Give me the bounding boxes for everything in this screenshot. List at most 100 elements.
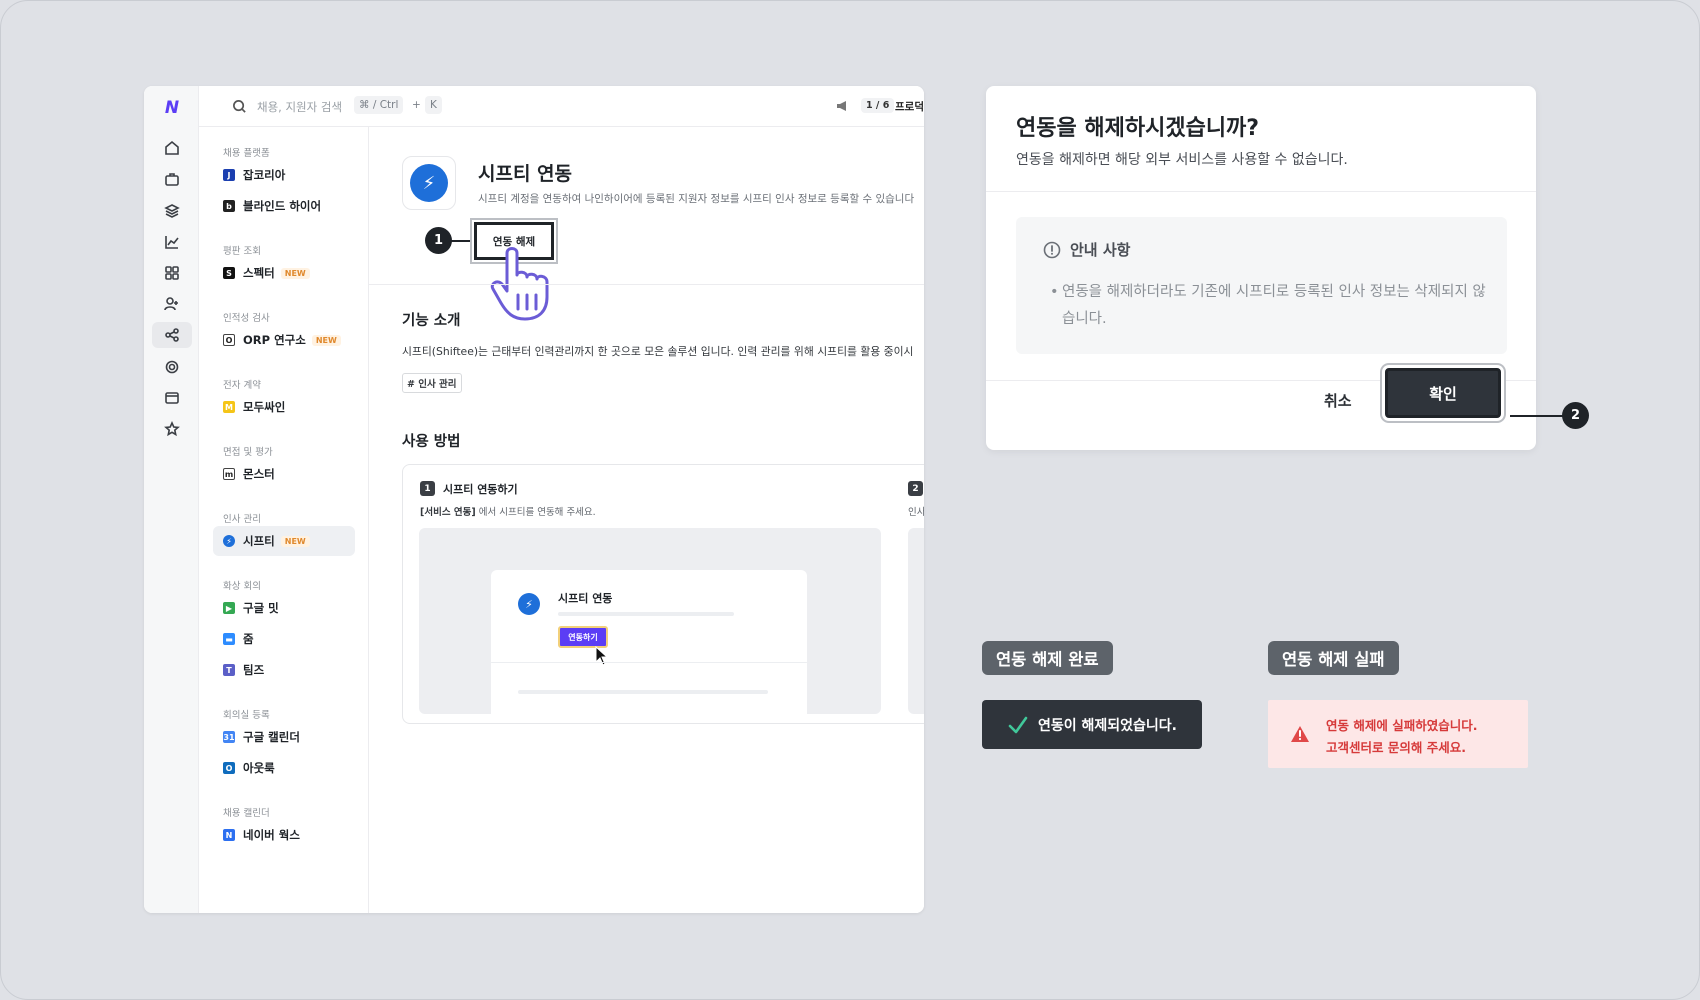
modal-divider-top bbox=[986, 191, 1536, 192]
zoom-icon: ▬ bbox=[223, 633, 235, 645]
mock-card: ⚡ 시프티 연동 연동하기 bbox=[491, 570, 807, 714]
menu-item[interactable]: T 팀즈 bbox=[223, 660, 264, 680]
features-text: 시프티(Shiftee)는 근태부터 인력관리까지 한 곳으로 모은 솔루션 입… bbox=[402, 345, 914, 358]
step-desc-bold: [서비스 연동] bbox=[420, 507, 476, 518]
menu-item[interactable]: N 네이버 웍스 bbox=[223, 825, 300, 845]
new-badge: NEW bbox=[280, 267, 310, 279]
menu-item-label: 구글 밋 bbox=[243, 601, 279, 615]
product-link[interactable]: 프로덕트 bbox=[895, 99, 924, 114]
cancel-button[interactable]: 취소 bbox=[1324, 390, 1352, 411]
menu-category-label: 채용 플랫폼 bbox=[223, 148, 270, 159]
menu-item[interactable]: J 잡코리아 bbox=[223, 165, 285, 185]
search-icon[interactable] bbox=[232, 99, 247, 118]
menu-item-label: 스펙터 bbox=[243, 266, 275, 280]
menu-item[interactable]: ⚡ 시프티 NEW bbox=[213, 526, 355, 556]
menu-item[interactable]: 31 구글 캘린더 bbox=[223, 727, 300, 747]
menu-category-label: 화상 회의 bbox=[223, 581, 261, 592]
megaphone-icon[interactable] bbox=[835, 98, 851, 118]
modal-subtitle: 연동을 해제하면 해당 외부 서비스를 사용할 수 없습니다. bbox=[1016, 152, 1348, 168]
integration-detail: ⚡ 시프티 연동 시프티 계정을 연동하여 나인하이어에 등록된 지원자 정보를… bbox=[369, 127, 924, 913]
share-icon[interactable] bbox=[152, 322, 192, 348]
window-icon[interactable] bbox=[159, 385, 185, 411]
usage-title: 사용 방법 bbox=[402, 434, 461, 450]
step-illustration: ⚡ 시프티 연동 연동하기 bbox=[419, 528, 881, 714]
new-badge: NEW bbox=[280, 535, 310, 547]
shortcut-k-key: K bbox=[425, 96, 442, 114]
briefcase-icon[interactable] bbox=[159, 166, 185, 192]
menu-category-label: 면접 및 평가 bbox=[223, 447, 273, 458]
layers-icon[interactable] bbox=[159, 198, 185, 224]
unlink-confirm-modal: 연동을 해제하시겠습니까? 연동을 해제하면 해당 외부 서비스를 사용할 수 … bbox=[986, 86, 1536, 450]
grid-icon[interactable] bbox=[159, 260, 185, 286]
step-illustration-2 bbox=[908, 528, 924, 714]
mock-placeholder-line-2 bbox=[518, 690, 768, 694]
google-meet-icon: ▶ bbox=[223, 602, 235, 614]
modal-title: 연동을 해제하시겠습니까? bbox=[1016, 116, 1260, 141]
new-badge: NEW bbox=[311, 334, 341, 346]
mock-placeholder-line bbox=[558, 612, 734, 616]
menu-item-label: 잡코리아 bbox=[243, 168, 286, 182]
menu-category-label: 회의실 등록 bbox=[223, 710, 270, 721]
marker-connector-2 bbox=[1510, 415, 1566, 417]
error-toast-line-2: 고객센터로 문의해 주세요. bbox=[1326, 740, 1466, 755]
menu-item[interactable]: M 모두싸인 bbox=[223, 397, 285, 417]
shiftee-icon: ⚡ bbox=[223, 535, 235, 547]
menu-item[interactable]: ▶ 구글 밋 bbox=[223, 598, 279, 618]
check-icon bbox=[1008, 716, 1028, 733]
shortcut-mod-key: ⌘ / Ctrl bbox=[354, 96, 404, 114]
menu-item[interactable]: S 스펙터 NEW bbox=[223, 263, 310, 283]
add-user-icon[interactable] bbox=[159, 291, 185, 317]
step-marker-2: 2 bbox=[1562, 402, 1589, 429]
cursor-arrow-icon bbox=[595, 646, 609, 666]
gear-icon[interactable] bbox=[159, 354, 185, 380]
menu-item-label: 팀즈 bbox=[243, 663, 265, 677]
menu-item-label: ORP 연구소 bbox=[243, 333, 306, 347]
menu-item[interactable]: m 몬스터 bbox=[223, 464, 275, 484]
step-marker-1: 1 bbox=[425, 227, 452, 254]
search-input[interactable]: 채용, 지원자 검색 bbox=[257, 99, 342, 115]
menu-item[interactable]: O ORP 연구소 NEW bbox=[223, 330, 341, 350]
app-window: N 채용, 지원자 검색 ⌘ / Ctrl + K 1 / 6 프로덕트 채용 … bbox=[144, 86, 924, 913]
google-calendar-icon: 31 bbox=[223, 731, 235, 743]
mock-shiftee-icon: ⚡ bbox=[518, 593, 540, 615]
ninehire-logo-icon[interactable]: N bbox=[161, 97, 183, 119]
menu-item[interactable]: ▬ 줌 bbox=[223, 629, 254, 649]
announcement-pager[interactable]: 1 / 6 bbox=[861, 98, 895, 113]
menu-item[interactable]: b 블라인드 하이어 bbox=[223, 196, 321, 216]
menu-item-label: 시프티 bbox=[243, 534, 275, 548]
success-state-label: 연동 해제 완료 bbox=[982, 641, 1113, 675]
step-desc-rest: 에서 시프티를 연동해 주세요. bbox=[475, 507, 596, 518]
notice-box: 안내 사항 연동을 해제하더라도 기존에 시프티로 등록된 인사 정보는 삭제되… bbox=[1016, 217, 1507, 354]
category-tag[interactable]: # 인사 관리 bbox=[402, 373, 462, 393]
page-title: 시프티 연동 bbox=[478, 163, 573, 185]
menu-item[interactable]: O 아웃룩 bbox=[223, 758, 275, 778]
notice-body: 연동을 해제하더라도 기존에 시프티로 등록된 인사 정보는 삭제되지 않습니다… bbox=[1050, 279, 1490, 333]
menu-item-label: 구글 캘린더 bbox=[243, 730, 300, 744]
notice-title: 안내 사항 bbox=[1070, 241, 1131, 259]
integration-menu: 채용 플랫폼 J 잡코리아 b 블라인드 하이어 평판 조회 S 스펙터 NEW 인적성 검사 O O… bbox=[199, 127, 369, 913]
menu-category-label: 인사 관리 bbox=[223, 514, 261, 525]
home-icon[interactable] bbox=[159, 135, 185, 161]
blind-icon: b bbox=[223, 200, 235, 212]
step-desc-1: [서비스 연동] 에서 시프티를 연동해 주세요. bbox=[420, 504, 596, 518]
menu-item-label: 줌 bbox=[243, 632, 254, 646]
page-description: 시프티 계정을 연동하여 나인하이어에 등록된 지원자 정보를 시프티 인사 정… bbox=[478, 193, 915, 205]
top-bar: 채용, 지원자 검색 ⌘ / Ctrl + K 1 / 6 프로덕트 bbox=[199, 86, 924, 127]
success-toast-text: 연동이 해제되었습니다. bbox=[1038, 717, 1177, 734]
chart-icon[interactable] bbox=[159, 229, 185, 255]
confirm-button[interactable]: 확인 bbox=[1385, 368, 1501, 418]
step-number-1: 1 bbox=[420, 481, 435, 496]
modusign-icon: M bbox=[223, 401, 235, 413]
error-toast: 연동 해제에 실패하였습니다. 고객센터로 문의해 주세요. bbox=[1268, 700, 1528, 768]
monster-icon: m bbox=[223, 468, 235, 480]
naver-works-icon: N bbox=[223, 829, 235, 841]
menu-category-label: 채용 캘린더 bbox=[223, 808, 270, 819]
menu-item-label: 블라인드 하이어 bbox=[243, 199, 322, 213]
fail-state-label: 연동 해제 실패 bbox=[1268, 641, 1399, 675]
menu-category-label: 전자 계약 bbox=[223, 380, 261, 391]
shortcut-plus: + bbox=[412, 99, 421, 111]
star-icon[interactable] bbox=[159, 416, 185, 442]
step-number-2: 2 bbox=[908, 481, 923, 496]
info-icon bbox=[1043, 241, 1061, 259]
shiftee-logo: ⚡ bbox=[402, 156, 456, 210]
